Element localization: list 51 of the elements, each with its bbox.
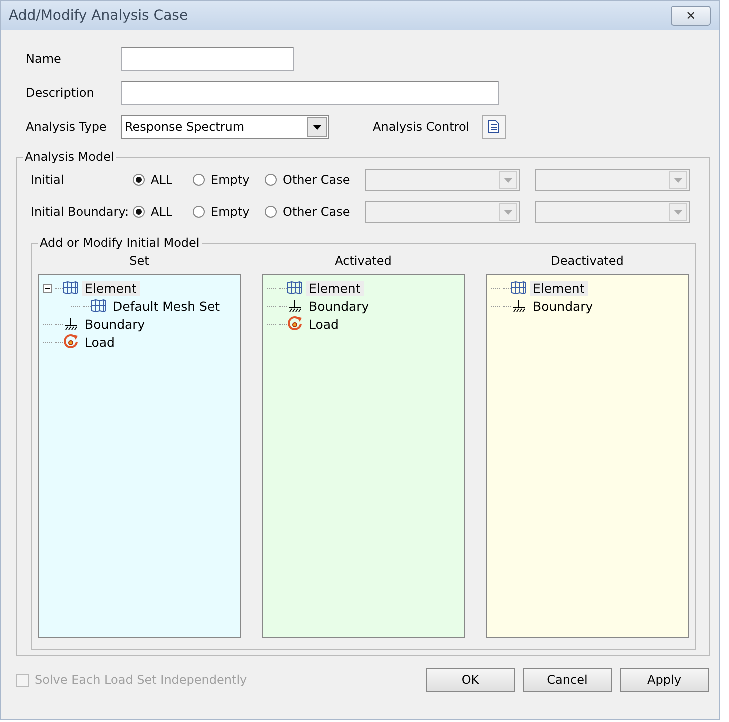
caret-icon — [504, 178, 512, 182]
load-icon — [63, 334, 79, 350]
radio-button[interactable]: Empty — [193, 173, 265, 187]
text-field[interactable] — [121, 47, 294, 71]
field-label: Name — [26, 52, 62, 66]
group-title: Add or Modify Initial Model — [39, 236, 201, 250]
caret-icon — [674, 178, 682, 182]
tree-item[interactable]: Element — [82, 280, 140, 296]
tree-item[interactable]: Load — [82, 334, 118, 350]
analysis-control-button[interactable] — [482, 115, 506, 139]
analysis-type-dropdown[interactable]: Response Spectrum — [121, 115, 329, 139]
group-title: Analysis Model — [24, 150, 116, 164]
column-heading: Activated — [334, 254, 393, 268]
mesh-icon — [63, 281, 79, 295]
document-icon — [488, 120, 500, 134]
mesh-icon — [511, 281, 527, 295]
dialog-button[interactable]: Apply — [620, 668, 709, 692]
load-icon — [287, 316, 303, 332]
dialog-button[interactable]: Cancel — [523, 668, 612, 692]
field-label: Analysis Type — [26, 120, 108, 134]
caret-icon — [312, 124, 322, 130]
support-icon — [287, 299, 303, 313]
text-field[interactable] — [121, 81, 499, 105]
tree-item[interactable]: Boundary — [530, 298, 596, 314]
support-icon — [63, 317, 79, 331]
field-label: Analysis Control — [373, 120, 470, 134]
radio-button[interactable]: ALL — [133, 205, 193, 219]
radio-button[interactable]: ALL — [133, 173, 193, 187]
mesh-icon — [91, 299, 107, 313]
support-icon — [511, 299, 527, 313]
radio-button[interactable]: Other Case — [265, 205, 365, 219]
tree-item[interactable]: Default Mesh Set — [110, 298, 224, 314]
column-heading: Deactivated — [550, 254, 625, 268]
tree-item[interactable]: Load — [306, 316, 342, 332]
tree-item[interactable]: Element — [530, 280, 588, 296]
option-label: Initial — [31, 173, 66, 187]
column-heading: Set — [128, 254, 150, 268]
radio-button[interactable]: Other Case — [265, 173, 365, 187]
dialog-button[interactable]: OK — [426, 668, 515, 692]
tree-item[interactable]: Element — [306, 280, 364, 296]
mesh-icon — [287, 281, 303, 295]
close-button[interactable]: ✕ — [671, 6, 711, 26]
tree-item[interactable]: Boundary — [82, 316, 148, 332]
caret-icon — [674, 210, 682, 214]
tree-item[interactable]: Boundary — [306, 298, 372, 314]
collapse-icon[interactable] — [43, 284, 52, 292]
radio-button[interactable]: Empty — [193, 205, 265, 219]
window-title: Add/Modify Analysis Case — [9, 8, 188, 24]
option-label: Initial Boundary: — [31, 205, 130, 219]
caret-icon — [504, 210, 512, 214]
field-label: Description — [26, 86, 96, 100]
